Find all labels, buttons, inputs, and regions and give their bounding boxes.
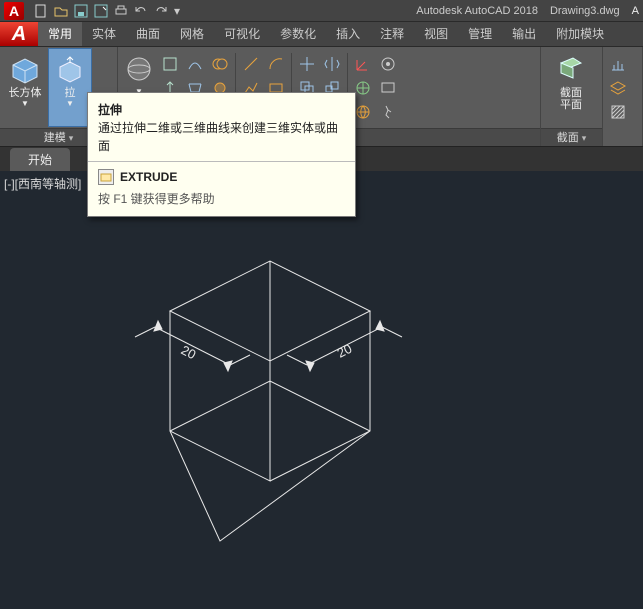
save-icon[interactable] xyxy=(74,4,88,18)
quick-access-toolbar: A ▾ Autodesk AutoCAD 2018 Drawing3.dwg A xyxy=(0,0,643,22)
panel-section: 截面 平面 截面 xyxy=(541,47,603,146)
open-icon[interactable] xyxy=(54,4,68,18)
polysolid-icon[interactable] xyxy=(159,53,181,75)
ucs-icon[interactable] xyxy=(352,53,374,75)
print-icon[interactable] xyxy=(114,4,128,18)
tab-mesh[interactable]: 网格 xyxy=(170,22,214,46)
tab-surface[interactable]: 曲面 xyxy=(126,22,170,46)
sweep-icon[interactable] xyxy=(184,53,206,75)
view-icon[interactable] xyxy=(377,77,399,99)
box-icon xyxy=(9,53,41,85)
ribbon-tabs: A 常用 实体 曲面 网格 可视化 参数化 插入 注释 视图 管理 输出 附加模… xyxy=(0,22,643,47)
tab-home[interactable]: 常用 xyxy=(38,22,82,46)
mirror-icon[interactable] xyxy=(321,53,343,75)
new-icon[interactable] xyxy=(34,4,48,18)
tab-addins[interactable]: 附加模块 xyxy=(546,22,614,46)
sphere-icon xyxy=(123,53,155,85)
dimension-a: 20 xyxy=(179,342,199,362)
redo-icon[interactable] xyxy=(154,4,168,18)
file-tab-start[interactable]: 开始 xyxy=(10,148,70,171)
tab-view[interactable]: 视图 xyxy=(414,22,458,46)
app-menu-button[interactable]: A xyxy=(0,22,38,46)
chart-icon[interactable] xyxy=(607,53,629,75)
tab-annotate[interactable]: 注释 xyxy=(370,22,414,46)
panel-section-title[interactable]: 截面 xyxy=(541,128,602,146)
orbit-icon[interactable] xyxy=(377,53,399,75)
app-logo[interactable]: A xyxy=(4,2,24,20)
command-icon xyxy=(98,169,114,185)
section-plane-button[interactable]: 截面 平面 xyxy=(545,49,597,126)
line-icon[interactable] xyxy=(240,53,262,75)
tooltip-command: EXTRUDE xyxy=(120,168,177,186)
tab-output[interactable]: 输出 xyxy=(502,22,546,46)
hatch-icon[interactable] xyxy=(607,101,629,123)
tab-parametric[interactable]: 参数化 xyxy=(270,22,326,46)
undo-icon[interactable] xyxy=(134,4,148,18)
dimension-b: 20 xyxy=(335,341,355,361)
saveas-icon[interactable] xyxy=(94,4,108,18)
tooltip-title: 拉伸 xyxy=(98,101,345,119)
chevron-down-icon: ▼ xyxy=(21,99,29,108)
tooltip-divider xyxy=(88,161,355,162)
drawing-content: 20 20 xyxy=(40,181,420,551)
section-plane-icon xyxy=(555,53,587,85)
tab-insert[interactable]: 插入 xyxy=(326,22,370,46)
file-name: Drawing3.dwg xyxy=(550,5,620,17)
box-button[interactable]: 长方体 ▼ xyxy=(4,49,46,126)
tooltip-help: 按 F1 键获得更多帮助 xyxy=(98,190,345,208)
arc-icon[interactable] xyxy=(265,53,287,75)
walk-icon[interactable] xyxy=(377,101,399,123)
tab-manage[interactable]: 管理 xyxy=(458,22,502,46)
app-title: Autodesk AutoCAD 2018 xyxy=(416,5,538,17)
extrude-icon xyxy=(54,53,86,85)
subtract-icon[interactable] xyxy=(209,53,231,75)
extrude-button[interactable]: 拉 ▼ xyxy=(49,49,91,126)
layer-icon[interactable] xyxy=(607,77,629,99)
panel-trailing: . xyxy=(603,47,643,146)
box-label: 长方体 xyxy=(9,87,42,99)
tab-solid[interactable]: 实体 xyxy=(82,22,126,46)
extrude-label: 拉 xyxy=(65,87,76,99)
move-icon[interactable] xyxy=(296,53,318,75)
qat-dropdown-icon[interactable]: ▾ xyxy=(174,4,180,18)
section-label: 截面 平面 xyxy=(560,87,582,111)
chevron-down-icon: ▼ xyxy=(66,99,74,108)
tab-visualize[interactable]: 可视化 xyxy=(214,22,270,46)
tooltip-description: 通过拉伸二维或三维曲线来创建三维实体或曲面 xyxy=(98,119,345,155)
tooltip: 拉伸 通过拉伸二维或三维曲线来创建三维实体或曲面 EXTRUDE 按 F1 键获… xyxy=(87,92,356,217)
drawing-canvas[interactable]: [-][西南等轴测] 20 20 xyxy=(0,171,643,609)
title-trail: A xyxy=(632,5,639,17)
